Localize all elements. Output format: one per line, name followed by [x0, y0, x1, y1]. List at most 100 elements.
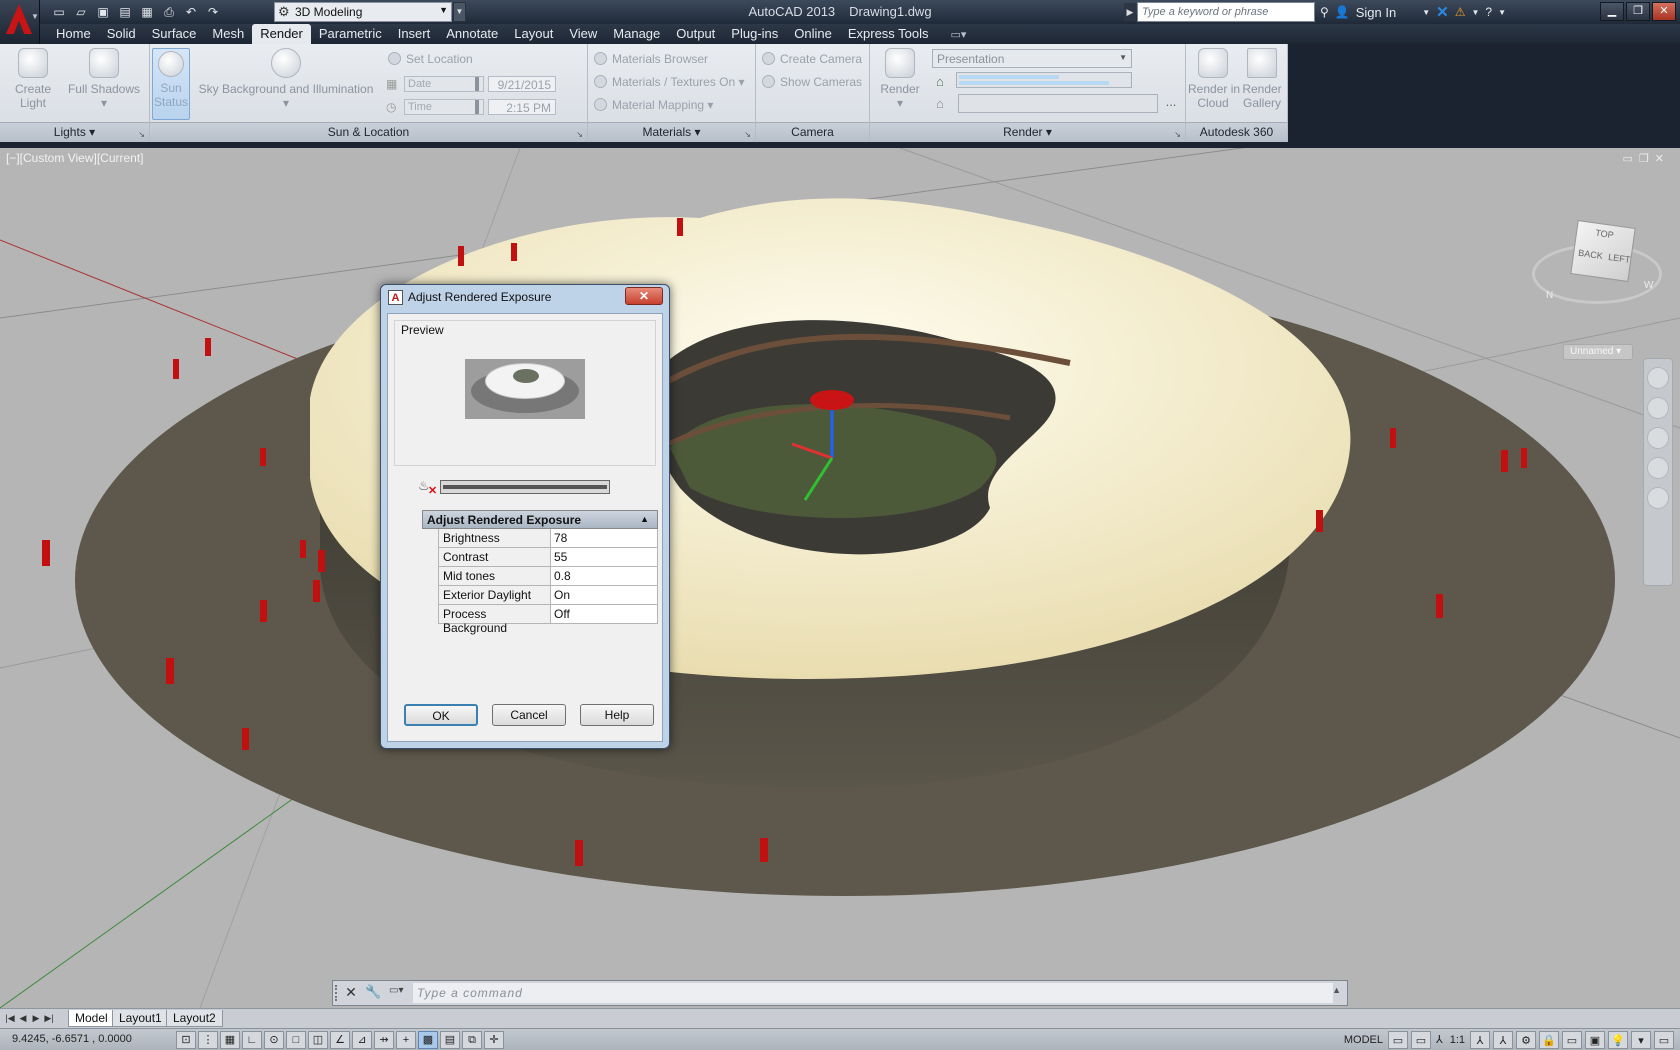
plot-preview-icon[interactable]: ▦	[138, 3, 156, 21]
exterior-daylight-row[interactable]: Exterior Daylight On	[438, 586, 658, 605]
tab-home[interactable]: Home	[48, 24, 99, 44]
tab-view[interactable]: View	[561, 24, 605, 44]
tab-parametric[interactable]: Parametric	[311, 24, 390, 44]
close-icon[interactable]: ✕	[343, 984, 359, 1002]
tab-online[interactable]: Online	[786, 24, 840, 44]
date-slider[interactable]: Date	[404, 76, 484, 92]
ducs-icon[interactable]: ⊿	[352, 1031, 372, 1049]
redo-icon[interactable]: ↷	[204, 3, 222, 21]
plot-icon[interactable]: ⎙	[160, 3, 178, 21]
create-light-button[interactable]: Create Light	[8, 48, 58, 110]
tab-surface[interactable]: Surface	[144, 24, 205, 44]
sun-panel-title[interactable]: Sun & Location ↘	[150, 122, 587, 142]
chevron-down-icon[interactable]: ▼	[1422, 8, 1430, 17]
polar-icon[interactable]: ⊙	[264, 1031, 284, 1049]
new-icon[interactable]: ▭	[50, 3, 68, 21]
last-layout-icon[interactable]: ▶|	[43, 1011, 55, 1026]
3d-osnap-icon[interactable]: ◫	[308, 1031, 328, 1049]
process-background-row[interactable]: Process Background Off	[438, 605, 658, 635]
render-window-icon[interactable]: ⌂	[936, 74, 944, 89]
lights-panel-title[interactable]: Lights ▾ ↘	[0, 122, 149, 142]
qat-customize-button[interactable]: ▼	[453, 2, 466, 22]
prev-layout-icon[interactable]: ◀	[17, 1011, 29, 1026]
render-panel-title[interactable]: Render ▾ ↘	[870, 122, 1185, 142]
user-icon[interactable]: 👤	[1335, 5, 1350, 19]
cube-top-label[interactable]: TOP	[1595, 228, 1615, 241]
sun-status-button[interactable]: Sun Status	[152, 48, 190, 120]
showmotion-icon[interactable]	[1647, 487, 1669, 509]
annotation-visibility-icon[interactable]: ⅄	[1470, 1031, 1490, 1049]
history-chevron-icon[interactable]: ▲	[1332, 985, 1341, 995]
create-camera-button[interactable]: Create Camera	[762, 52, 862, 66]
alert-icon[interactable]: ⚠	[1455, 5, 1466, 19]
drawing-viewport[interactable]: [−][Custom View][Current] ▭❐✕ TOP BACK L…	[0, 148, 1680, 1008]
tab-layout[interactable]: Layout	[506, 24, 561, 44]
render-output-field[interactable]	[958, 94, 1158, 113]
snap-icon[interactable]: ⋮	[198, 1031, 218, 1049]
ribbon-minimize-icon[interactable]: ▭▾	[951, 28, 967, 41]
contrast-input[interactable]: 55	[551, 548, 657, 566]
close-icon[interactable]: ✕	[1652, 2, 1676, 21]
undo-icon[interactable]: ↶	[182, 3, 200, 21]
first-layout-icon[interactable]: |◀	[4, 1011, 16, 1026]
output-icon[interactable]: ⌂	[936, 96, 944, 111]
midtones-input[interactable]: 0.8	[551, 567, 657, 585]
set-location-button[interactable]: Set Location	[388, 52, 473, 66]
workspace-dropdown[interactable]: ⚙ 3D Modeling ▼	[274, 2, 452, 22]
close-icon[interactable]: ✕	[625, 287, 663, 305]
render-button[interactable]: Render ▾	[878, 48, 922, 110]
brightness-row[interactable]: Brightness 78	[438, 529, 658, 548]
material-mapping-button[interactable]: Material Mapping ▾	[594, 98, 713, 112]
render-gallery-button[interactable]: Render Gallery	[1238, 48, 1286, 110]
time-value[interactable]: 2:15 PM	[488, 99, 556, 115]
cube-left-label[interactable]: LEFT	[1608, 252, 1631, 265]
tab-layout2[interactable]: Layout2	[166, 1010, 223, 1027]
annotation-scale-value[interactable]: 1:1	[1448, 1031, 1467, 1049]
date-value[interactable]: 9/21/2015	[488, 76, 556, 92]
steering-wheel-icon[interactable]	[1647, 367, 1669, 389]
tab-output[interactable]: Output	[668, 24, 723, 44]
restore-icon[interactable]: ❐	[1626, 2, 1650, 21]
command-prompt-icon[interactable]: ▭▾	[389, 985, 409, 1001]
chevron-down-icon[interactable]: ▼	[1498, 8, 1506, 17]
materials-browser-button[interactable]: Materials Browser	[594, 52, 708, 66]
lineweight-icon[interactable]: +	[396, 1031, 416, 1049]
viewport-controls-label[interactable]: [−][Custom View][Current]	[6, 151, 144, 165]
tab-layout1[interactable]: Layout1	[112, 1010, 169, 1027]
sign-in-link[interactable]: Sign In	[1356, 5, 1396, 20]
quick-properties-icon[interactable]: ▤	[440, 1031, 460, 1049]
process-background-select[interactable]: Off	[551, 605, 657, 623]
application-menu-button[interactable]: ▼	[0, 0, 40, 44]
collapse-icon[interactable]: ▲	[640, 514, 649, 524]
exterior-daylight-select[interactable]: On	[551, 586, 657, 604]
brightness-input[interactable]: 78	[551, 529, 657, 547]
render-preset-dropdown[interactable]: Presentation ▼	[932, 49, 1132, 68]
next-layout-icon[interactable]: ▶	[30, 1011, 42, 1026]
clean-screen-icon[interactable]: ▭	[1654, 1031, 1674, 1049]
dialog-launcher-icon[interactable]: ↘	[744, 125, 751, 144]
midtones-row[interactable]: Mid tones 0.8	[438, 567, 658, 586]
teapot-cancel-icon[interactable]: ♨ ✕	[418, 478, 437, 497]
ucs-menu[interactable]: Unnamed ▾	[1563, 344, 1633, 360]
viewcube-box[interactable]: TOP BACK LEFT	[1570, 219, 1636, 283]
help-icon[interactable]: ?	[1485, 5, 1492, 19]
status-menu-icon[interactable]: ▾	[1631, 1031, 1651, 1049]
tab-annotate[interactable]: Annotate	[438, 24, 506, 44]
annotation-scale-icon[interactable]: ⅄	[1434, 1031, 1445, 1049]
hardware-acceleration-icon[interactable]: ▣	[1585, 1031, 1605, 1049]
open-icon[interactable]: ▱	[72, 3, 90, 21]
dialog-launcher-icon[interactable]: ↘	[138, 125, 145, 144]
contrast-row[interactable]: Contrast 55	[438, 548, 658, 567]
viewcube[interactable]: TOP BACK LEFT N W	[1532, 214, 1662, 314]
grid-icon[interactable]: ▦	[220, 1031, 240, 1049]
tab-manage[interactable]: Manage	[605, 24, 668, 44]
exchange-icon[interactable]: ✕	[1436, 3, 1449, 21]
properties-section-header[interactable]: Adjust Rendered Exposure ▲	[422, 510, 658, 529]
dialog-launcher-icon[interactable]: ↘	[1174, 125, 1181, 144]
binoculars-icon[interactable]: ⚲	[1320, 5, 1329, 19]
sky-background-button[interactable]: Sky Background and Illumination ▾	[196, 48, 376, 110]
minimize-icon[interactable]: ▁	[1600, 2, 1624, 21]
pan-icon[interactable]	[1647, 397, 1669, 419]
cube-back-label[interactable]: BACK	[1578, 248, 1604, 261]
performance-icon[interactable]: ▭	[1562, 1031, 1582, 1049]
